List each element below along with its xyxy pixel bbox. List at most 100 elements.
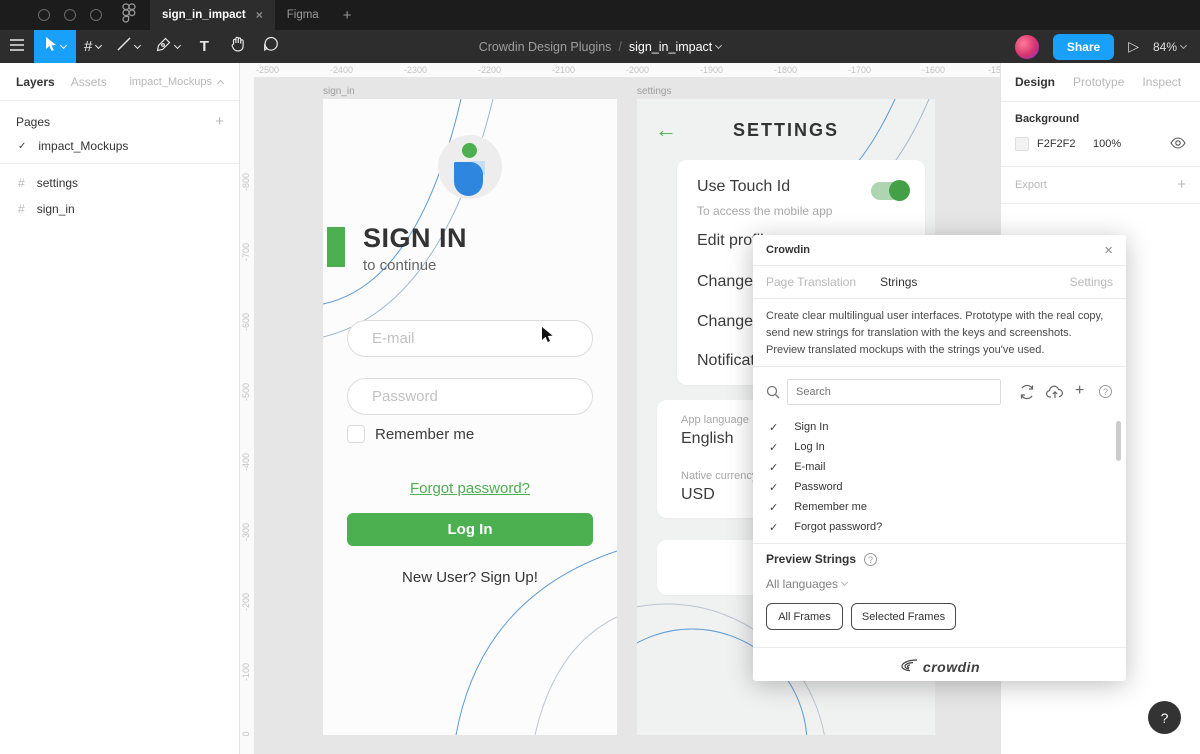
ruler-tick: -1600 (922, 65, 945, 75)
ruler-tick: -2000 (626, 65, 649, 75)
window-minimize-button[interactable] (64, 9, 76, 21)
remember-me-label: Remember me (375, 426, 474, 443)
layer-item-sign-in[interactable]: # sign_in (18, 202, 75, 216)
hand-tool-button[interactable] (220, 30, 254, 63)
new-tab-button[interactable]: + (331, 0, 364, 30)
zoom-level-dropdown[interactable]: 84% (1153, 40, 1186, 54)
plugin-tab-page-translation[interactable]: Page Translation (766, 275, 856, 289)
selected-frames-button[interactable]: Selected Frames (851, 603, 956, 630)
frame-tool-button[interactable]: # (76, 30, 109, 63)
window-close-button[interactable] (38, 9, 50, 21)
ruler-vertical[interactable]: -800 -700 -600 -500 -400 -300 -200 -100 … (240, 77, 254, 754)
password-field[interactable]: Password (347, 378, 593, 415)
ruler-tick: -2100 (552, 65, 575, 75)
text-tool-button[interactable]: T (188, 30, 220, 63)
string-row[interactable]: ✓ Log In (753, 437, 1126, 457)
frame-title-sign-in[interactable]: sign_in (323, 86, 355, 97)
close-tab-icon[interactable]: × (256, 8, 263, 22)
tab-assets[interactable]: Assets (71, 75, 107, 89)
pen-icon (156, 37, 171, 57)
file-tab[interactable]: sign_in_impact × (150, 0, 275, 30)
sign-in-title[interactable]: SIGN IN (363, 223, 467, 254)
chevron-down-icon[interactable] (60, 41, 67, 48)
help-button[interactable]: ? (1148, 701, 1181, 734)
tab-prototype[interactable]: Prototype (1073, 75, 1124, 89)
left-sidebar: Layers Assets impact_Mockups Pages + ✓ i… (0, 63, 240, 754)
plugin-tab-settings[interactable]: Settings (1070, 275, 1113, 289)
chevron-up-icon (217, 79, 224, 86)
add-export-button[interactable]: + (1177, 176, 1186, 193)
chevron-down-icon[interactable] (134, 41, 141, 48)
check-icon: ✓ (769, 521, 778, 534)
chevron-down-icon[interactable] (95, 41, 102, 48)
present-play-icon[interactable]: ▷ (1128, 38, 1139, 55)
frame-title-settings[interactable]: settings (637, 86, 671, 97)
title-accent-bar[interactable] (327, 227, 345, 267)
settings-row[interactable]: Use Touch Id (697, 178, 790, 196)
chevron-down-icon[interactable] (174, 41, 181, 48)
avatar[interactable] (1015, 35, 1039, 59)
add-string-button[interactable]: + (1075, 382, 1084, 400)
search-icon (766, 385, 780, 402)
settings-row-subtitle: To access the mobile app (697, 204, 832, 218)
search-input[interactable] (787, 379, 1001, 405)
pen-tool-button[interactable] (148, 30, 188, 63)
move-tool-button[interactable] (34, 30, 76, 63)
help-icon[interactable]: ? (864, 553, 877, 566)
close-icon[interactable]: × (1104, 242, 1113, 259)
scrollbar-thumb[interactable] (1116, 421, 1121, 461)
background-opacity-value[interactable]: 100% (1093, 138, 1121, 150)
share-button[interactable]: Share (1053, 34, 1114, 60)
help-icon[interactable]: ? (1099, 385, 1112, 398)
comment-tool-button[interactable] (254, 30, 288, 63)
move-cursor-icon (44, 37, 57, 57)
log-in-button[interactable]: Log In (347, 513, 593, 546)
hand-icon (230, 36, 245, 57)
sync-icon[interactable] (1019, 384, 1035, 403)
sign-in-subtitle[interactable]: to continue (363, 257, 436, 274)
ruler-tick: 0 (241, 714, 251, 754)
crowdin-wordmark: crowdin (923, 659, 980, 675)
tab-layers[interactable]: Layers (16, 75, 55, 89)
string-row[interactable]: ✓ Remember me (753, 497, 1126, 517)
language-filter-dropdown[interactable]: All languages (766, 577, 847, 591)
layer-item-settings[interactable]: # settings (18, 176, 78, 190)
string-row[interactable]: ✓ Forgot password? (753, 517, 1126, 537)
figma-home-tab[interactable]: Figma (275, 0, 331, 30)
plugin-tab-strings[interactable]: Strings (880, 275, 917, 289)
string-row[interactable]: ✓ Password (753, 477, 1126, 497)
forgot-password-link[interactable]: Forgot password? (323, 480, 617, 498)
sign-up-link[interactable]: New User? Sign Up! (323, 569, 617, 586)
add-page-button[interactable]: + (215, 113, 224, 130)
shape-tool-button[interactable] (109, 30, 148, 63)
eye-icon[interactable] (1170, 137, 1186, 152)
pref-value[interactable]: English (681, 430, 733, 448)
main-menu-button[interactable] (0, 30, 34, 63)
ruler-tick: -500 (241, 372, 251, 412)
ruler-tick: -200 (241, 582, 251, 622)
password-placeholder: Password (348, 379, 592, 414)
tab-inspect[interactable]: Inspect (1142, 75, 1181, 89)
string-row[interactable]: ✓ E-mail (753, 457, 1126, 477)
app-logo[interactable] (438, 135, 502, 199)
background-hex-value[interactable]: F2F2F2 (1037, 138, 1076, 150)
cloud-upload-icon[interactable] (1046, 385, 1064, 402)
settings-title[interactable]: SETTINGS (637, 120, 935, 141)
tab-design[interactable]: Design (1015, 75, 1055, 89)
email-field[interactable]: E-mail (347, 320, 593, 357)
mouse-cursor-icon (541, 327, 554, 348)
background-color-swatch[interactable] (1015, 137, 1029, 151)
all-frames-button[interactable]: All Frames (766, 603, 843, 630)
pref-value[interactable]: USD (681, 486, 715, 504)
canvas-frame-sign-in[interactable]: SIGN IN to continue E-mail Password Reme… (323, 99, 617, 735)
string-row[interactable]: ✓ Sign In (753, 417, 1126, 437)
window-zoom-button[interactable] (90, 9, 102, 21)
ruler-tick: -400 (241, 442, 251, 482)
hamburger-icon (10, 38, 24, 56)
touch-id-toggle[interactable] (871, 182, 909, 200)
remember-me-checkbox[interactable] (347, 425, 365, 443)
ruler-horizontal[interactable]: -2500 -2400 -2300 -2200 -2100 -2000 -190… (240, 63, 1000, 77)
component-page-dropdown[interactable]: impact_Mockups (129, 76, 223, 88)
question-icon: ? (1161, 710, 1169, 726)
page-item[interactable]: ✓ impact_Mockups (18, 139, 128, 153)
